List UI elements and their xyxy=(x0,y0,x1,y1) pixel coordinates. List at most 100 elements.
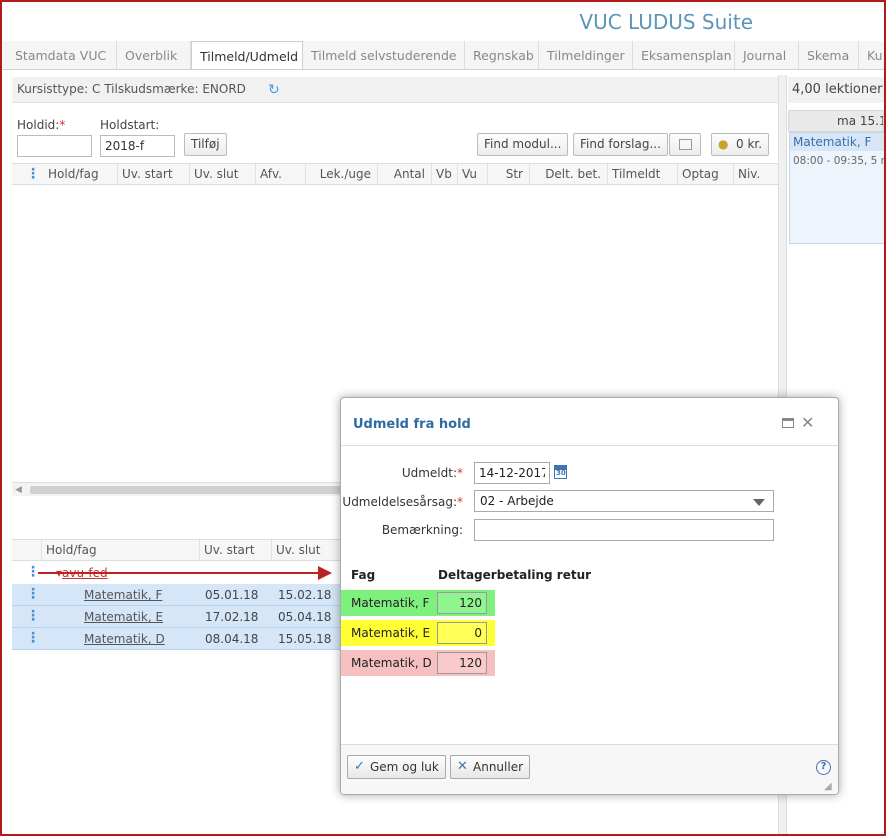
col-tilmeldt[interactable]: Tilmeldt xyxy=(608,164,678,185)
tab-tilmeldinger[interactable]: Tilmeldinger xyxy=(539,41,633,69)
bemaerkning-input[interactable] xyxy=(474,519,774,541)
top-grid-header: ⋮ Hold/fag Uv. start Uv. slut Afv. Lek./… xyxy=(12,163,778,185)
row-start: 05.01.18 xyxy=(205,588,259,602)
betaling-input[interactable]: 0 xyxy=(437,622,487,644)
table-row[interactable]: ⋮ Matematik, E 17.02.18 05.04.18 xyxy=(12,606,342,628)
scroll-left-icon[interactable]: ◀ xyxy=(15,483,22,497)
col-antal[interactable]: Antal xyxy=(378,164,432,185)
fag-header: Fag xyxy=(351,568,376,582)
day-header: ma 15.1 xyxy=(788,110,884,132)
check-icon: ✓ xyxy=(354,759,365,774)
save-button[interactable]: ✓ Gem og luk xyxy=(347,755,446,779)
tab-stamdata[interactable]: Stamdata VUC xyxy=(7,41,117,69)
col-afv[interactable]: Afv. xyxy=(256,164,306,185)
kr-button[interactable]: ● 0 kr. xyxy=(711,133,770,156)
tab-tilmeld-udmeld[interactable]: Tilmeld/Udmeld xyxy=(191,41,303,69)
row-name[interactable]: Matematik, D xyxy=(84,628,165,650)
col-spacer xyxy=(12,540,42,561)
udmeldt-label: Udmeldt:* xyxy=(401,466,463,480)
fag-row-f: Matematik, F 120 xyxy=(341,590,495,616)
annotation-arrow-line xyxy=(38,572,322,574)
refresh-icon[interactable]: ↻ xyxy=(268,82,280,98)
col-hold-fag[interactable]: Hold/fag xyxy=(44,164,118,185)
row-menu-icon[interactable]: ⋮ xyxy=(26,606,40,627)
cancel-button[interactable]: ✕ Annuller xyxy=(450,755,531,779)
app-title: VUC LUDUS Suite xyxy=(579,10,753,34)
chevron-down-icon[interactable] xyxy=(753,499,765,506)
fag-row-e: Matematik, E 0 xyxy=(341,620,495,646)
col-uv-slut[interactable]: Uv. slut xyxy=(190,164,256,185)
fag-name: Matematik, F xyxy=(351,596,430,610)
column-menu-icon[interactable]: ⋮ xyxy=(26,164,40,185)
student-info-bar: Kursisttype: C Tilskudsmærke: ENORD xyxy=(12,77,778,103)
col-uv-start-bottom[interactable]: Uv. start xyxy=(200,540,272,561)
udmeld-dialog: Udmeld fra hold ✕ Udmeldt:* 30 Udmeldels… xyxy=(340,397,839,795)
maximize-icon[interactable] xyxy=(782,418,794,428)
row-menu-icon[interactable]: ⋮ xyxy=(26,584,40,605)
col-lek-uge[interactable]: Lek./uge xyxy=(306,164,378,185)
table-row[interactable]: ⋮ Matematik, F 05.01.18 15.02.18 xyxy=(12,584,342,606)
tab-skema[interactable]: Skema xyxy=(799,41,859,69)
aarsag-select[interactable]: 02 - Arbejde xyxy=(474,490,774,512)
calendar-icon xyxy=(679,139,692,150)
col-uv-start[interactable]: Uv. start xyxy=(118,164,190,185)
tab-tilmeld-selvstuderende[interactable]: Tilmeld selvstuderende xyxy=(303,41,465,69)
event-time: 08:00 - 09:35, 5 m xyxy=(793,155,885,167)
tab-eksamensplan[interactable]: Eksamensplan xyxy=(633,41,735,69)
aarsag-selected-value: 02 - Arbejde xyxy=(480,494,554,508)
close-icon[interactable]: ✕ xyxy=(801,413,814,432)
col-vb[interactable]: Vb xyxy=(432,164,458,185)
row-name[interactable]: Matematik, F xyxy=(84,584,162,606)
holdstart-label: Holdstart: xyxy=(100,118,160,132)
row-slut: 15.05.18 xyxy=(278,632,332,646)
aarsag-label: Udmeldelsesårsag:* xyxy=(342,495,463,509)
fag-name: Matematik, E xyxy=(351,626,431,640)
dialog-title: Udmeld fra hold xyxy=(353,417,471,432)
betaling-header: Deltagerbetaling retur xyxy=(438,568,592,582)
col-hold-fag-bottom[interactable]: Hold/fag xyxy=(42,540,200,561)
holdid-label: Holdid:* xyxy=(17,118,66,132)
col-vu[interactable]: Vu xyxy=(458,164,488,185)
schedule-event[interactable]: Matematik, F 08:00 - 09:35, 5 m xyxy=(789,132,885,244)
col-uv-slut-bottom[interactable]: Uv. slut xyxy=(272,540,342,561)
resize-grip-icon[interactable]: ◢ xyxy=(824,781,832,792)
holdstart-input[interactable] xyxy=(100,135,175,157)
row-slut: 05.04.18 xyxy=(278,610,332,624)
cancel-icon: ✕ xyxy=(457,759,468,774)
tilfoej-button[interactable]: Tilføj xyxy=(184,133,227,156)
betaling-input[interactable]: 120 xyxy=(437,592,487,614)
find-forslag-button[interactable]: Find forslag... xyxy=(573,133,668,156)
bottom-grid-header: Hold/fag Uv. start Uv. slut xyxy=(12,539,342,561)
tab-overblik[interactable]: Overblik xyxy=(117,41,191,69)
col-optag[interactable]: Optag xyxy=(678,164,734,185)
row-name[interactable]: Matematik, E xyxy=(84,606,163,628)
betaling-input[interactable]: 120 xyxy=(437,652,487,674)
tab-bar: Stamdata VUC Overblik Tilmeld/Udmeld Til… xyxy=(3,41,884,70)
lessons-header: 4,00 lektioner xyxy=(788,77,884,103)
save-label: Gem og luk xyxy=(370,760,439,774)
udmeldt-date-input[interactable] xyxy=(474,462,550,484)
col-str[interactable]: Str xyxy=(488,164,530,185)
kr-label: 0 kr. xyxy=(736,137,763,151)
cancel-label: Annuller xyxy=(473,760,524,774)
dialog-footer: ✓ Gem og luk ✕ Annuller ? xyxy=(341,744,838,794)
fag-row-d: Matematik, D 120 xyxy=(341,650,495,676)
col-delt-bet[interactable]: Delt. bet. xyxy=(530,164,608,185)
help-icon[interactable]: ? xyxy=(816,760,831,775)
coins-icon: ● xyxy=(718,137,729,151)
row-start: 17.02.18 xyxy=(205,610,259,624)
bemaerkning-label: Bemærkning: xyxy=(381,523,463,537)
horizontal-scrollbar[interactable]: ◀ xyxy=(12,482,350,497)
calendar-picker-icon[interactable]: 30 xyxy=(554,465,567,479)
table-row[interactable]: ⋮ Matematik, D 08.04.18 15.05.18 xyxy=(12,628,342,650)
col-niv[interactable]: Niv. xyxy=(734,164,778,185)
holdid-input[interactable] xyxy=(17,135,92,157)
scrollbar-thumb[interactable] xyxy=(30,486,350,494)
row-menu-icon[interactable]: ⋮ xyxy=(26,628,40,649)
find-modul-button[interactable]: Find modul... xyxy=(477,133,569,156)
tab-ku[interactable]: Ku xyxy=(859,41,884,69)
tab-journal[interactable]: Journal xyxy=(735,41,799,69)
calendar-button[interactable] xyxy=(669,133,701,156)
tab-regnskab[interactable]: Regnskab xyxy=(465,41,539,69)
event-title: Matematik, F xyxy=(790,133,884,151)
